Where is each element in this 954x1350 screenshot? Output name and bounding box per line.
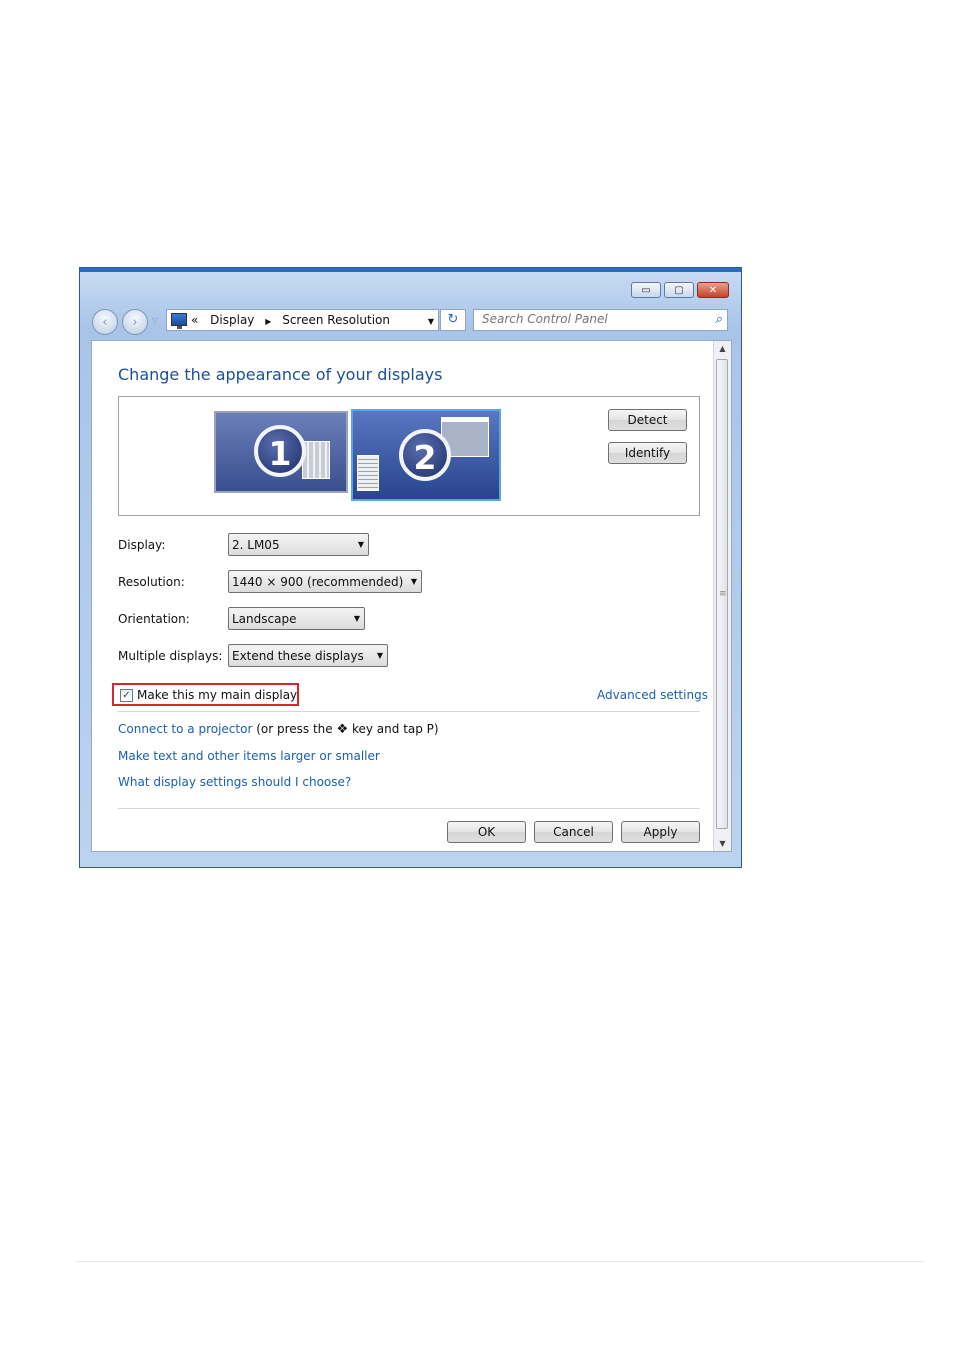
display-help-link[interactable]: What display settings should I choose?	[118, 775, 351, 789]
display-select[interactable]: 2. LM05 ▼	[228, 533, 369, 556]
screen-resolution-window: ▭ ▢ ✕ ‹ › ▽ « Display ▶ Screen Resolutio…	[79, 267, 742, 868]
page-footer-rule	[76, 1261, 924, 1262]
window-controls: ▭ ▢ ✕	[628, 282, 729, 298]
chevron-down-icon: ▼	[357, 540, 364, 549]
monitor-1-number: 1	[254, 425, 306, 477]
multiple-displays-select[interactable]: Extend these displays ▼	[228, 644, 388, 667]
address-bar[interactable]: « Display ▶ Screen Resolution ▼	[166, 309, 439, 331]
back-button[interactable]: ‹	[92, 309, 118, 335]
display-control-panel-icon	[171, 313, 187, 329]
chevron-down-icon: ▼	[410, 577, 417, 586]
breadcrumb-separator-icon[interactable]: ▶	[265, 317, 271, 326]
divider	[118, 711, 700, 712]
chevron-down-icon: ▼	[376, 651, 383, 660]
cancel-button[interactable]: Cancel	[534, 821, 613, 843]
text-size-link[interactable]: Make text and other items larger or smal…	[118, 749, 380, 763]
apply-button[interactable]: Apply	[621, 821, 700, 843]
search-icon[interactable]: ⌕	[715, 312, 722, 327]
orientation-label: Orientation:	[118, 612, 190, 626]
monitor-2-sidebar-thumbnail	[357, 455, 379, 491]
main-display-label[interactable]: Make this my main display	[137, 688, 297, 702]
address-dropdown-icon[interactable]: ▼	[428, 317, 434, 326]
scroll-grip-icon: ≡	[719, 589, 727, 599]
advanced-settings-link[interactable]: Advanced settings	[597, 688, 708, 702]
connect-projector-link[interactable]: Connect to a projector	[118, 722, 252, 736]
multiple-displays-label: Multiple displays:	[118, 649, 223, 663]
display-label: Display:	[118, 538, 166, 552]
windows-key-icon: ❖	[336, 722, 349, 737]
page-title: Change the appearance of your displays	[118, 365, 443, 384]
projector-line: Connect to a projector (or press the ❖ k…	[118, 722, 439, 737]
resolution-select[interactable]: 1440 × 900 (recommended) ▼	[228, 570, 422, 593]
search-input[interactable]	[482, 312, 702, 326]
breadcrumb-display[interactable]: Display	[210, 313, 254, 327]
monitor-arrangement: 1 2 Detect Identify	[118, 396, 700, 516]
address-prefix[interactable]: «	[191, 313, 198, 327]
minimize-button[interactable]: ▭	[631, 282, 661, 298]
scroll-down-icon[interactable]: ▼	[714, 839, 731, 848]
display-select-value: 2. LM05	[232, 538, 280, 552]
projector-hint-post: key and tap P)	[351, 722, 439, 736]
resolution-select-value: 1440 × 900 (recommended)	[232, 575, 404, 589]
vertical-scrollbar[interactable]: ▲ ≡ ▼	[713, 341, 731, 851]
main-display-checkbox[interactable]: ✓	[120, 689, 133, 702]
close-button[interactable]: ✕	[697, 282, 729, 298]
resolution-label: Resolution:	[118, 575, 185, 589]
chevron-down-icon: ▼	[353, 614, 360, 623]
maximize-button[interactable]: ▢	[664, 282, 694, 298]
navigation-bar: ‹ › ▽ « Display ▶ Screen Resolution ▼ ↻ …	[92, 307, 728, 335]
monitor-2[interactable]: 2	[351, 409, 501, 501]
detect-button[interactable]: Detect	[608, 409, 687, 431]
monitor-1-window-thumbnail	[302, 441, 330, 479]
multiple-displays-select-value: Extend these displays	[232, 649, 364, 663]
projector-hint-pre: (or press the	[256, 722, 333, 736]
orientation-select-value: Landscape	[232, 612, 297, 626]
recent-pages-dropdown-icon[interactable]: ▽	[152, 316, 158, 325]
content-pane: Change the appearance of your displays 1…	[91, 340, 732, 852]
scroll-up-icon[interactable]: ▲	[714, 344, 731, 353]
monitor-1[interactable]: 1	[214, 411, 348, 493]
search-box[interactable]: ⌕	[473, 309, 728, 331]
footer-divider	[118, 808, 700, 809]
monitor-2-number: 2	[399, 429, 451, 481]
breadcrumb-screen-resolution[interactable]: Screen Resolution	[282, 313, 390, 327]
identify-button[interactable]: Identify	[608, 442, 687, 464]
main-display-highlight: ✓ Make this my main display	[112, 683, 299, 706]
refresh-icon[interactable]: ↻	[440, 309, 466, 331]
orientation-select[interactable]: Landscape ▼	[228, 607, 365, 630]
forward-button[interactable]: ›	[122, 309, 148, 335]
ok-button[interactable]: OK	[447, 821, 526, 843]
